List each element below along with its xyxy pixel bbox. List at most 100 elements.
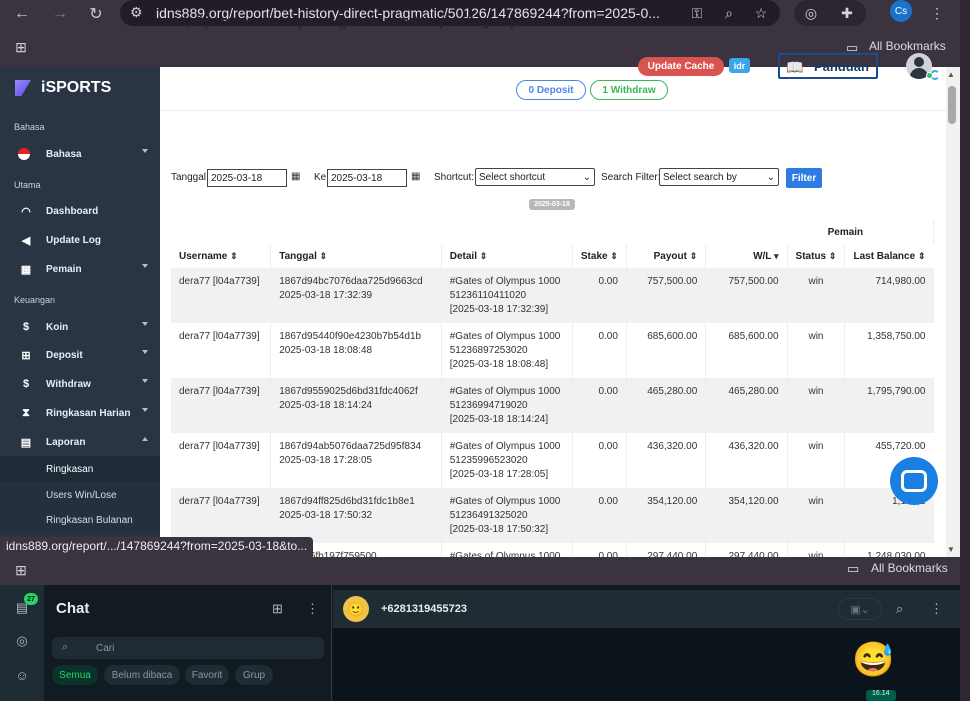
chip-belum-dibaca[interactable]: Belum dibaca: [104, 665, 180, 685]
report-icon: ▤: [20, 436, 32, 449]
calendar-icon[interactable]: ▦: [411, 171, 420, 182]
contact-avatar[interactable]: 🙂: [343, 596, 369, 622]
calendar-icon[interactable]: ▦: [291, 171, 300, 182]
col-header-username[interactable]: Username ⇕: [171, 244, 272, 268]
shortcut-select[interactable]: Select shortcut ⌄: [475, 168, 595, 186]
page-scrollbar[interactable]: [946, 67, 960, 557]
sidebar-item-update-log[interactable]: ◀ Update Log: [0, 227, 160, 253]
col-header-stake[interactable]: Stake ⇕: [572, 244, 627, 268]
currency-badge: idr: [729, 58, 750, 73]
tanggal-input[interactable]: 2025-03-18: [207, 169, 287, 187]
sidebar-subitem-ringkasan[interactable]: Ringkasan: [0, 456, 160, 482]
password-key-icon[interactable]: ⚿: [686, 2, 708, 24]
col-header-detail[interactable]: Detail ⇕: [441, 244, 573, 268]
video-call-icon[interactable]: ▣⌄: [838, 598, 882, 620]
deposit-pending-pill[interactable]: 0 Deposit: [516, 80, 586, 100]
col-label: Tanggal: [279, 250, 317, 262]
chip-semua[interactable]: Semua: [52, 665, 98, 685]
filter-button[interactable]: Filter: [786, 168, 822, 188]
cell-last-balance: 1,358,750.00: [844, 323, 934, 378]
sidebar-item-bahasa[interactable]: Bahasa: [0, 141, 160, 167]
sidebar-subitem-ringkasan-bulanan[interactable]: Ringkasan Bulanan: [0, 507, 160, 533]
cell-detail: #Gates of Olympus 1000 51236994719020 [202…: [441, 378, 573, 433]
round-id: 51236994719020: [449, 400, 528, 411]
chat-search-input[interactable]: Cari: [52, 637, 324, 659]
extensions-puzzle-icon[interactable]: ✚: [836, 2, 858, 24]
cell-stake: 0.00: [572, 268, 627, 323]
scroll-down-arrow-icon[interactable]: ▼: [947, 545, 955, 554]
username-text: dera77 [l04a7739]: [179, 276, 260, 287]
section-label-utama: Utama: [14, 180, 41, 190]
col-header-tanggal[interactable]: Tanggal ⇕: [270, 244, 442, 268]
profile-avatar[interactable]: Cs: [890, 0, 912, 22]
sidebar-item-deposit[interactable]: ⊞ Deposit: [0, 342, 160, 368]
cell-tanggal: 1867d94bc7076daa725d9663cd 2025-03-18 17:…: [270, 268, 442, 323]
new-chat-icon[interactable]: ⊞: [272, 601, 283, 617]
search-icon[interactable]: ⌕: [896, 601, 903, 617]
apps-grid-icon[interactable]: ⊞: [10, 559, 32, 581]
cell-tanggal: 1867d9559025d6bd31fdc4062f 2025-03-18 18:…: [270, 378, 442, 433]
sync-icon[interactable]: ◎: [800, 2, 822, 24]
sidebar-subitem-users-winlose[interactable]: Users Win/Lose: [0, 482, 160, 508]
cell-username: dera77 [l04a7739]: [171, 433, 272, 488]
status-icon[interactable]: ◎: [13, 632, 31, 650]
site-info-icon[interactable]: ⚙: [130, 4, 143, 21]
greeting-text: Hi, Operator aaheauyosua || anda memilik…: [174, 14, 545, 29]
sort-icon: ⇕: [230, 250, 238, 261]
col-header-wl[interactable]: W/L ▾: [705, 244, 788, 268]
cell-detail: #Gates of Olympus 1000: [441, 543, 573, 557]
star-bookmark-icon[interactable]: ☆: [750, 2, 772, 24]
username-text: dera77 [l04a7739]: [179, 441, 260, 452]
wl-value: 436,320.00: [728, 441, 779, 452]
chip-grup[interactable]: Grup: [235, 665, 273, 685]
sidebar-item-koin[interactable]: $ Koin: [0, 314, 160, 340]
sidebar-item-label: Koin: [46, 321, 69, 333]
contact-name[interactable]: +6281319455723: [381, 603, 467, 615]
chevron-up-icon: [142, 437, 148, 441]
payout-value: 465,280.00: [647, 386, 698, 397]
cell-wl: 465,280.00: [705, 378, 788, 433]
kebab-menu-icon[interactable]: ⋮: [926, 2, 948, 24]
live-chat-button[interactable]: [890, 457, 938, 505]
menu-icon[interactable]: ⋮: [930, 601, 943, 617]
cell-payout: 465,280.00: [626, 378, 707, 433]
payout-value: 354,120.00: [647, 496, 698, 507]
col-header-payout[interactable]: Payout ⇕: [626, 244, 707, 268]
chevron-down-icon: ⌄: [766, 171, 775, 183]
menu-icon[interactable]: ⋮: [306, 601, 319, 617]
flag-indonesia-icon: [18, 148, 30, 160]
sidebar-item-dashboard[interactable]: ◠ Dashboard: [0, 198, 160, 224]
round-time: [2025-03-18 17:50:32]: [449, 524, 549, 535]
payout-value: 757,500.00: [647, 276, 698, 287]
search-filter-select[interactable]: Select search by ⌄: [659, 168, 779, 186]
link-status-url: idns889.org/report/.../147869244?from=20…: [0, 537, 314, 557]
gauge-icon: ◠: [21, 205, 31, 218]
update-cache-button[interactable]: Update Cache: [638, 57, 724, 76]
all-bookmarks-link-2[interactable]: All Bookmarks: [871, 561, 948, 575]
scrollbar-thumb[interactable]: [948, 86, 956, 124]
zoom-icon[interactable]: ⌕: [718, 2, 740, 24]
sidebar-item-laporan[interactable]: ▤ Laporan: [0, 429, 160, 455]
col-header-last-balance[interactable]: Last Balance ⇕: [845, 244, 934, 268]
all-bookmarks-link[interactable]: All Bookmarks: [869, 39, 946, 53]
sidebar-item-ringkasan-harian[interactable]: ⧗ Ringkasan Harian: [0, 400, 160, 426]
back-arrow-icon[interactable]: ←: [10, 2, 34, 26]
brand-logo[interactable]: iSPORTS: [15, 79, 111, 97]
apps-grid-icon[interactable]: ⊞: [10, 36, 32, 58]
col-header-status[interactable]: Status ⇕: [787, 244, 846, 268]
chip-favorit[interactable]: Favorit: [185, 665, 229, 685]
reload-icon[interactable]: ↻: [84, 2, 108, 26]
transaction-time: 2025-03-18 17:50:32: [279, 510, 373, 521]
sidebar-item-withdraw[interactable]: $ Withdraw: [0, 371, 160, 397]
withdraw-pending-pill[interactable]: 1 Withdraw: [590, 80, 668, 100]
cell-last-balance: 714,980.00: [844, 268, 934, 323]
stake-value: 0.00: [598, 386, 618, 397]
scroll-up-arrow-icon[interactable]: ▲: [947, 70, 955, 79]
transaction-time: 2025-03-18 18:08:48: [279, 345, 373, 356]
sidebar-item-label: Laporan: [46, 436, 86, 448]
channels-icon[interactable]: ☺: [13, 666, 31, 684]
ke-input[interactable]: 2025-03-18: [327, 169, 407, 187]
cell-status: win: [787, 323, 846, 378]
sidebar-item-pemain[interactable]: ▦ Pemain: [0, 256, 160, 282]
forward-arrow-icon[interactable]: →: [48, 2, 72, 26]
